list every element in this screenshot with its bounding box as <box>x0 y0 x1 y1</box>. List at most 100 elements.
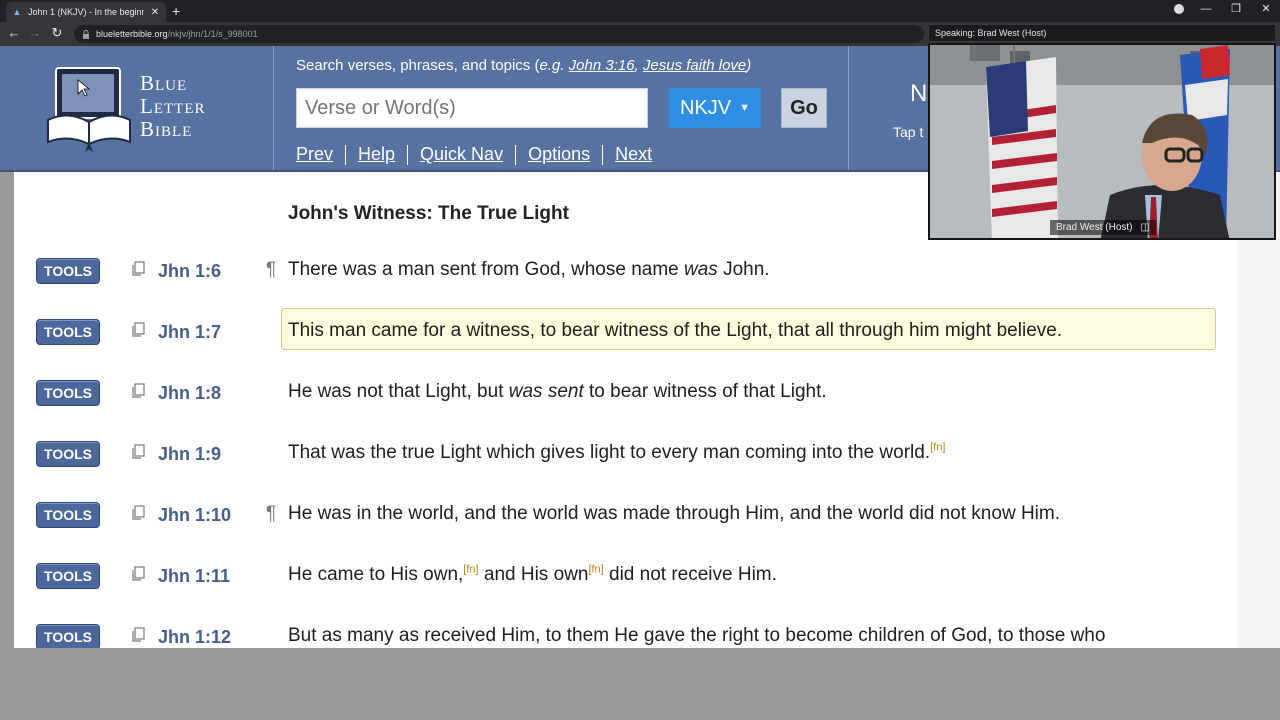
verse-row: TOOLS Jhn 1:8 He was not that Light, but… <box>14 380 1237 424</box>
search-hint-prefix: Search verses, phrases, and topics ( <box>296 57 540 74</box>
verse-text-part: John. <box>717 259 770 280</box>
lock-icon <box>82 30 90 39</box>
prev-link[interactable]: Prev <box>296 144 333 165</box>
reload-icon[interactable]: ↻ <box>48 25 66 41</box>
back-arrow-icon[interactable]: ← <box>5 25 23 40</box>
mic-icon: ◫ <box>1140 222 1150 233</box>
verse-text-part: and His own <box>478 564 589 585</box>
verse-reference[interactable]: Jhn 1:7 <box>158 322 221 343</box>
footnote-link[interactable]: [fn] <box>930 442 945 454</box>
verse-reference[interactable]: Jhn 1:9 <box>158 444 221 465</box>
verse-row: TOOLS Jhn 1:11 He came to His own,[fn] a… <box>14 563 1237 607</box>
verse-text-part: to bear witness of that Light. <box>583 381 827 402</box>
section-heading: John's Witness: The True Light <box>288 203 569 224</box>
record-indicator-icon <box>1174 3 1184 14</box>
copy-icon[interactable] <box>131 444 145 460</box>
verse-text: He was not that Light, but was sent to b… <box>288 381 827 403</box>
copy-icon[interactable] <box>131 322 145 338</box>
quick-nav-link[interactable]: Quick Nav <box>420 144 503 165</box>
search-example-link-1[interactable]: John 3:16 <box>569 57 635 74</box>
logo-text: Blue Letter Bible <box>140 72 205 141</box>
verse-text-part: He came to His own, <box>288 564 464 585</box>
verse-reference[interactable]: Jhn 1:6 <box>158 261 221 282</box>
verse-text: He came to His own,[fn] and His own[fn] … <box>288 564 777 586</box>
verse-text-part: There was a man sent from God, whose nam… <box>288 259 685 280</box>
verse-text-italic: was <box>684 259 718 280</box>
search-hint-eg: e.g. <box>539 57 565 74</box>
url-host: blueletterbible.org <box>96 29 168 39</box>
window-controls: — ❐ ✕ <box>1174 2 1274 15</box>
verse-text-italic: was sent <box>508 381 584 402</box>
logo-line-letter: Letter <box>140 94 206 118</box>
tools-button[interactable]: TOOLS <box>36 502 100 528</box>
minimize-icon[interactable]: — <box>1198 3 1214 15</box>
footnote-link[interactable]: [fn] <box>463 564 478 576</box>
verse-row-highlighted: TOOLS Jhn 1:7 This man came for a witnes… <box>14 308 1237 363</box>
verse-text: This man came for a witness, to bear wit… <box>288 320 1063 341</box>
verse-text: There was a man sent from God, whose nam… <box>288 259 770 281</box>
verse-reference[interactable]: Jhn 1:8 <box>158 383 221 404</box>
tools-button[interactable]: TOOLS <box>36 624 100 648</box>
copy-icon[interactable] <box>131 261 145 277</box>
verse-text: He was in the world, and the world was m… <box>288 503 1060 524</box>
participant-name: Brad West (Host) <box>1056 222 1133 233</box>
verse-text-part: He was not that Light, but <box>288 381 509 402</box>
verse-reference[interactable]: Jhn 1:12 <box>158 627 231 648</box>
tab-title: John 1 (NKJV) - In the beginning <box>28 7 144 17</box>
passage-content: John's Witness: The True Light TOOLS Jhn… <box>14 172 1237 648</box>
copy-icon[interactable] <box>131 566 145 582</box>
window-close-icon[interactable]: ✕ <box>1258 2 1274 15</box>
paragraph-mark: ¶ <box>266 503 277 524</box>
speaker-video[interactable]: Brad West (Host) ◫ <box>928 43 1276 240</box>
header-right-title: N <box>910 80 928 107</box>
open-bible-icon <box>47 67 131 152</box>
copy-icon[interactable] <box>131 627 145 643</box>
footnote-link[interactable]: [fn] <box>588 564 603 576</box>
version-select[interactable]: NKJV ▼ <box>669 88 761 128</box>
tools-button[interactable]: TOOLS <box>36 319 100 345</box>
browser-tab[interactable]: ▲ John 1 (NKJV) - In the beginning ✕ <box>6 2 166 22</box>
copy-icon[interactable] <box>131 505 145 521</box>
help-link[interactable]: Help <box>358 144 395 165</box>
paragraph-mark: ¶ <box>266 259 277 280</box>
url-input[interactable]: blueletterbible.org/nkjv/jhn/1/1/s_99800… <box>74 25 924 43</box>
new-tab-button[interactable]: + <box>172 3 180 19</box>
header-right-subtitle: Tap t <box>893 124 924 140</box>
tools-button[interactable]: TOOLS <box>36 441 100 467</box>
screen-share-bottom-bar <box>0 648 1280 720</box>
speaking-indicator[interactable]: Speaking: Brad West (Host) <box>928 24 1276 42</box>
sub-nav: Prev Help Quick Nav Options Next <box>296 144 652 165</box>
verse-text-part: That was the true Light which gives ligh… <box>288 442 931 463</box>
tools-button[interactable]: TOOLS <box>36 258 100 284</box>
nav-divider <box>345 144 347 165</box>
restore-icon[interactable]: ❐ <box>1228 2 1244 15</box>
page-gutter <box>1237 172 1280 648</box>
verse-row: TOOLS Jhn 1:6 ¶ There was a man sent fro… <box>14 258 1237 302</box>
options-link[interactable]: Options <box>528 144 590 165</box>
participant-name-label: Brad West (Host) ◫ <box>1050 220 1156 235</box>
tab-close-icon[interactable]: ✕ <box>150 7 160 18</box>
nav-divider <box>515 144 517 165</box>
search-hint-suffix: ) <box>746 57 752 74</box>
next-link[interactable]: Next <box>615 144 652 165</box>
nav-divider <box>407 144 409 165</box>
logo[interactable]: Blue Letter Bible <box>0 46 274 170</box>
tools-button[interactable]: TOOLS <box>36 380 100 406</box>
tools-button[interactable]: TOOLS <box>36 563 100 589</box>
verse-row: TOOLS Jhn 1:12 But as many as received H… <box>14 624 1237 648</box>
forward-arrow-icon[interactable]: → <box>26 25 44 40</box>
go-button[interactable]: Go <box>781 88 827 128</box>
speaker-video-frame <box>930 45 1274 238</box>
verse-row: TOOLS Jhn 1:10 ¶ He was in the world, an… <box>14 502 1237 546</box>
version-label: NKJV <box>679 96 732 119</box>
search-input[interactable] <box>296 88 648 128</box>
verse-text: That was the true Light which gives ligh… <box>288 442 945 464</box>
search-example-sep: , <box>634 57 639 74</box>
verse-reference[interactable]: Jhn 1:10 <box>158 505 231 526</box>
search-example-link-2[interactable]: Jesus faith love <box>643 57 746 74</box>
chevron-down-icon: ▼ <box>739 102 750 114</box>
copy-icon[interactable] <box>131 383 145 399</box>
verse-reference[interactable]: Jhn 1:11 <box>158 566 230 587</box>
verse-text-part: did not receive Him. <box>603 564 777 585</box>
site-favicon-icon: ▲ <box>12 7 22 17</box>
